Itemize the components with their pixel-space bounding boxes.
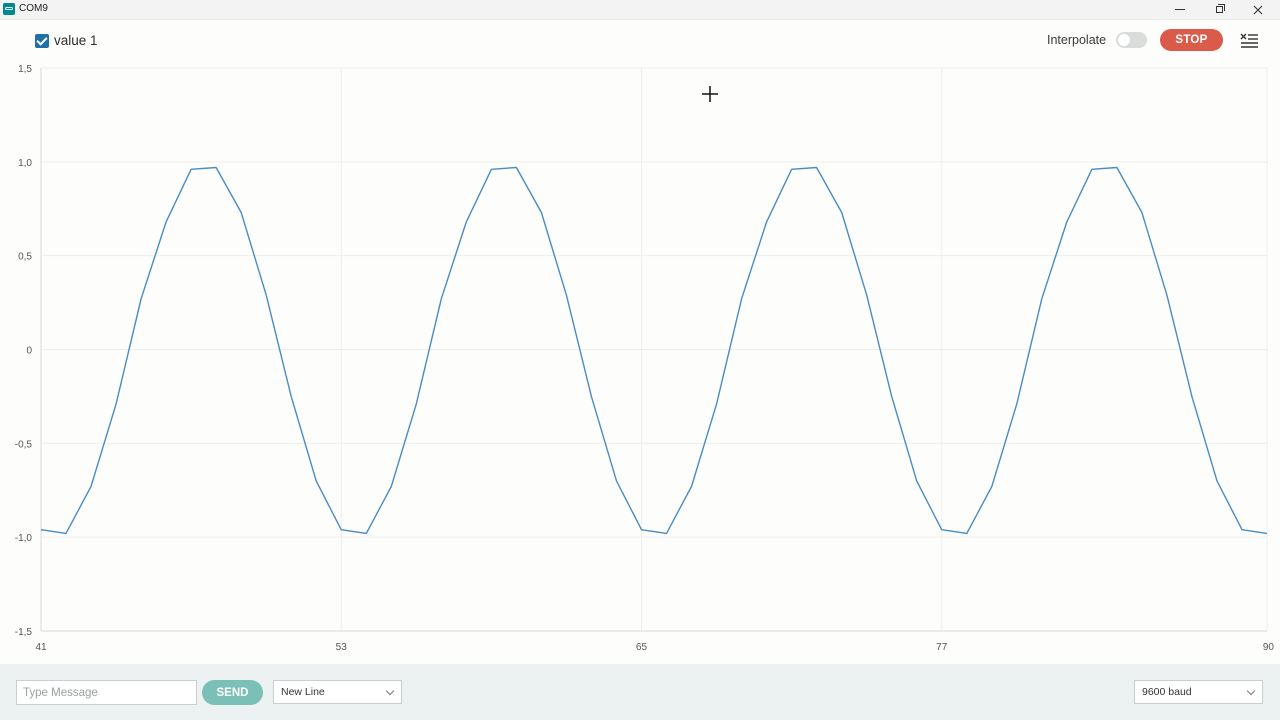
x-tick-label: 77 [936,642,948,653]
minimize-button[interactable] [1160,0,1200,19]
serial-plot-chart[interactable]: 1,5 1,0 0,5 0 -0,5 -1,0 -1,541 53 65 77 90 [0,60,1280,660]
toggle-knob [1118,34,1130,46]
y-tick-label: 0,5 [18,252,32,263]
title-bar: COM9 [0,0,1280,20]
close-button[interactable] [1238,0,1278,19]
stop-button[interactable]: STOP [1160,29,1223,51]
restore-button[interactable] [1199,0,1239,19]
interpolate-label: Interpolate [1047,33,1107,47]
restore-icon [1215,4,1225,13]
line-ending-select[interactable]: New Line [273,680,402,704]
baud-rate-select[interactable]: 9600 baud [1134,680,1263,704]
chevron-down-icon [1246,686,1256,696]
arduino-app-icon [3,3,15,15]
clear-list-icon[interactable] [1239,32,1259,48]
baud-rate-value: 9600 baud [1142,686,1192,698]
close-icon [1253,5,1263,14]
y-tick-label: -0,5 [15,439,33,450]
line-ending-value: New Line [281,686,325,698]
window-title: COM9 [19,3,48,14]
send-button[interactable]: SEND [202,680,263,705]
message-input[interactable] [16,680,197,705]
series-line-value-1 [40,166,1268,535]
interpolate-toggle[interactable] [1116,32,1147,48]
series-legend-toggle[interactable]: value 1 [35,33,98,48]
x-tick-label: 41 [35,642,47,653]
y-tick-label: -1,0 [15,533,33,544]
y-tick-label: 0 [26,346,32,357]
series-label: value 1 [54,33,98,48]
y-tick-label: -1,5 [15,627,33,638]
x-tick-label: 90 [1263,642,1275,653]
x-tick-label: 65 [636,642,648,653]
minimize-icon [1175,9,1185,10]
x-tick-label: 53 [336,642,348,653]
chevron-down-icon [385,686,395,696]
y-tick-label: 1,5 [18,64,32,75]
y-tick-label: 1,0 [18,158,32,169]
series-checkbox[interactable] [35,33,49,48]
crosshair-cursor-icon [702,86,718,102]
